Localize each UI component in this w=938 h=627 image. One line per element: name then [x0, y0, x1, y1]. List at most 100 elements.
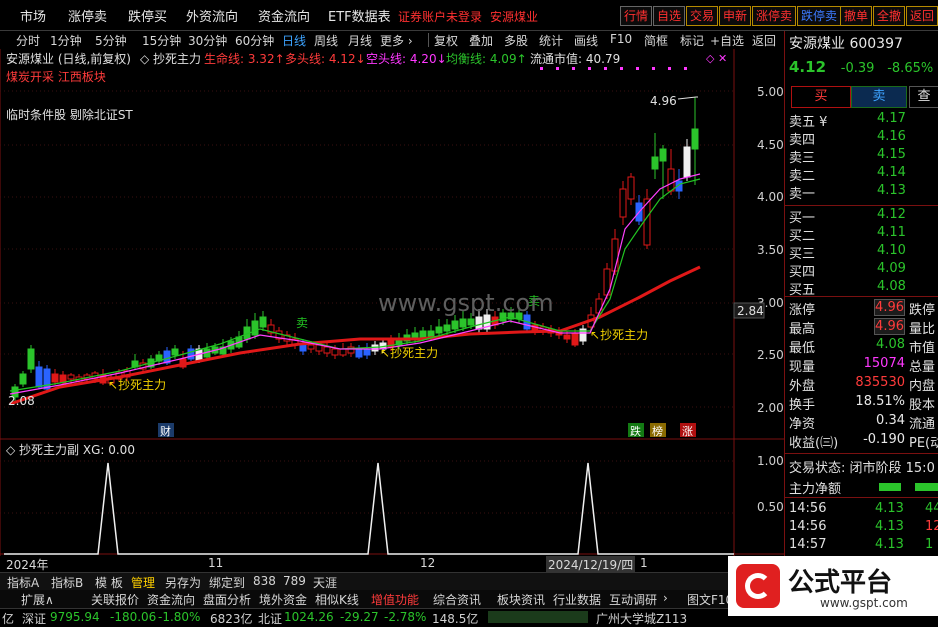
menu-limit-up-sell[interactable]: 涨停卖 — [68, 6, 107, 25]
bid-level-4[interactable]: 买四 4.09 — [789, 261, 938, 280]
tab-interactive[interactable]: 互动调研 — [606, 591, 660, 608]
ask-level-4[interactable]: 卖二 4.14 — [789, 165, 938, 184]
ask-level-1[interactable]: 卖五 ¥ 4.17 — [789, 111, 938, 130]
tool-back[interactable]: 返回 — [752, 32, 776, 49]
tool-stats[interactable]: 统计 — [539, 32, 563, 49]
tick-time: 14:57 — [789, 537, 827, 552]
top-button-1[interactable]: 自选 — [653, 6, 686, 26]
tab-tianya[interactable]: 天涯 — [310, 574, 340, 591]
period-1min[interactable]: 1分钟 — [50, 32, 82, 49]
tab-overseas-fund[interactable]: 境外资金 — [256, 591, 310, 608]
tab-template[interactable]: 模 板 — [92, 574, 126, 591]
book-price: 4.11 — [877, 225, 906, 240]
menu-fund-flow[interactable]: 资金流向 — [258, 6, 310, 25]
tab-fund-flow[interactable]: 资金流向 — [144, 591, 198, 608]
sz-change: -180.06 — [110, 610, 157, 624]
ask-level-5[interactable]: 卖一 4.13 — [789, 183, 938, 202]
top-button-0[interactable]: 行情 — [620, 6, 653, 26]
bid-level-5[interactable]: 买五 4.08 — [789, 279, 938, 298]
book-label: 卖二 — [789, 169, 816, 184]
tool-draw[interactable]: 画线 — [574, 32, 598, 49]
account-status: 证券账户未登录 — [398, 10, 483, 24]
tool-overlay[interactable]: 叠加 — [469, 32, 493, 49]
tab-indicator-a[interactable]: 指标A — [4, 574, 42, 591]
tool-multi[interactable]: 多股 — [504, 32, 528, 49]
ask-level-3[interactable]: 卖三 4.15 — [789, 147, 938, 166]
stock-code: 600397 — [849, 36, 903, 52]
menu-etf-table[interactable]: ETF数据表 — [328, 6, 391, 25]
rise-tag: 涨 — [682, 425, 693, 438]
tab-save-as[interactable]: 另存为 — [162, 574, 204, 591]
signal-label-3: ↖抄死主力 — [590, 328, 648, 342]
candle — [171, 348, 179, 356]
tab-board-analysis[interactable]: 盘面分析 — [200, 591, 254, 608]
indicator-name[interactable]: ◇ 抄死主力 — [140, 50, 201, 67]
ask-level-2[interactable]: 卖四 4.16 — [789, 129, 938, 148]
tab-related-quote[interactable]: 关联报价 — [88, 591, 142, 608]
period-5min[interactable]: 5分钟 — [95, 32, 127, 49]
buy-button[interactable]: 买 — [791, 86, 851, 108]
period-tick[interactable]: 分时 — [16, 32, 40, 49]
top-button-6[interactable]: 撤单 — [840, 6, 873, 26]
candle — [299, 344, 307, 352]
period-60min[interactable]: 60分钟 — [235, 32, 274, 49]
tab-sector-news[interactable]: 板块资讯 — [494, 591, 548, 608]
period-more[interactable]: 更多 › — [380, 32, 413, 49]
tab-news[interactable]: 综合资讯 — [430, 591, 484, 608]
avgline-value: 均衡线: 4.09↑ — [446, 52, 527, 66]
watermark: www.gspt.com — [378, 289, 554, 317]
tab-manage[interactable]: 管理 — [128, 574, 158, 591]
period-30min[interactable]: 30分钟 — [188, 32, 227, 49]
sell-button[interactable]: 卖 — [851, 86, 907, 108]
tab-indicator-b[interactable]: 指标B — [48, 574, 86, 591]
menu-foreign-flow[interactable]: 外资流向 — [186, 6, 238, 25]
tab-similar-kline[interactable]: 相似K线 — [312, 591, 362, 608]
tab-value-added[interactable]: 增值功能 — [368, 591, 422, 608]
period-15min[interactable]: 15分钟 — [142, 32, 181, 49]
tool-mark[interactable]: 标记 — [680, 32, 704, 49]
menu-limit-down-buy[interactable]: 跌停买 — [128, 6, 167, 25]
book-price: 4.10 — [877, 243, 906, 258]
current-price-tag: 2.84 — [737, 304, 764, 318]
tab-more-arrow[interactable]: › — [660, 591, 671, 605]
tool-f10[interactable]: F10 — [610, 32, 632, 46]
candle — [619, 188, 627, 218]
menu-market[interactable]: 市场 — [20, 6, 46, 25]
period-daily[interactable]: 日线 — [282, 32, 306, 49]
sector-tags[interactable]: 煤炭开采 江西板块 — [6, 68, 106, 85]
date-axis: 2024年 11 12 2024/12/19/四 1 — [0, 556, 784, 573]
period-monthly[interactable]: 月线 — [348, 32, 372, 49]
candle — [363, 348, 371, 356]
top-button-7[interactable]: 全撤 — [873, 6, 906, 26]
tab-expand[interactable]: 扩展∧ — [18, 591, 57, 608]
price-change-pct: -8.65% — [887, 61, 934, 76]
stat-right-label: 跌停 — [909, 303, 936, 318]
period-weekly[interactable]: 周线 — [314, 32, 338, 49]
tab-789[interactable]: 789 — [280, 574, 309, 588]
top-button-5[interactable]: 跌停卖 — [797, 6, 842, 26]
stat-row: 净资 0.34 流通 — [789, 413, 938, 432]
top-button-2[interactable]: 交易 — [686, 6, 719, 26]
candle — [187, 348, 195, 360]
top-button-4[interactable]: 涨停卖 — [752, 6, 797, 26]
top-button-3[interactable]: 申新 — [719, 6, 752, 26]
tool-adjust[interactable]: 复权 — [434, 32, 458, 49]
candle — [307, 344, 315, 350]
stat-right-label: PE(动 — [909, 436, 938, 451]
stat-row: 最低 4.08 市值 — [789, 337, 938, 356]
tab-industry-data[interactable]: 行业数据 — [550, 591, 604, 608]
low-price-label: 2.08 — [8, 394, 35, 408]
top-button-8[interactable]: 返回 — [906, 6, 938, 26]
tab-838[interactable]: 838 — [250, 574, 279, 588]
tool-add-watch[interactable]: +自选 — [710, 32, 744, 49]
stat-right-label: 内盘 — [909, 379, 936, 394]
query-button[interactable]: 查 — [909, 86, 938, 108]
bid-level-2[interactable]: 买二 4.11 — [789, 225, 938, 244]
bid-level-1[interactable]: 买一 4.12 — [789, 207, 938, 226]
settings-icon[interactable]: ◇ ✕ — [706, 52, 727, 65]
kline-chart[interactable]: 4.96 2.08 卖 卖 ↖抄死主力 ↖抄死主力 ↖抄死主力 www.gspt… — [0, 49, 784, 557]
bid-level-3[interactable]: 买三 4.10 — [789, 243, 938, 262]
date-tick: 1 — [640, 556, 648, 570]
tab-bind[interactable]: 绑定到 — [206, 574, 248, 591]
tool-simple-frame[interactable]: 简框 — [644, 32, 668, 49]
